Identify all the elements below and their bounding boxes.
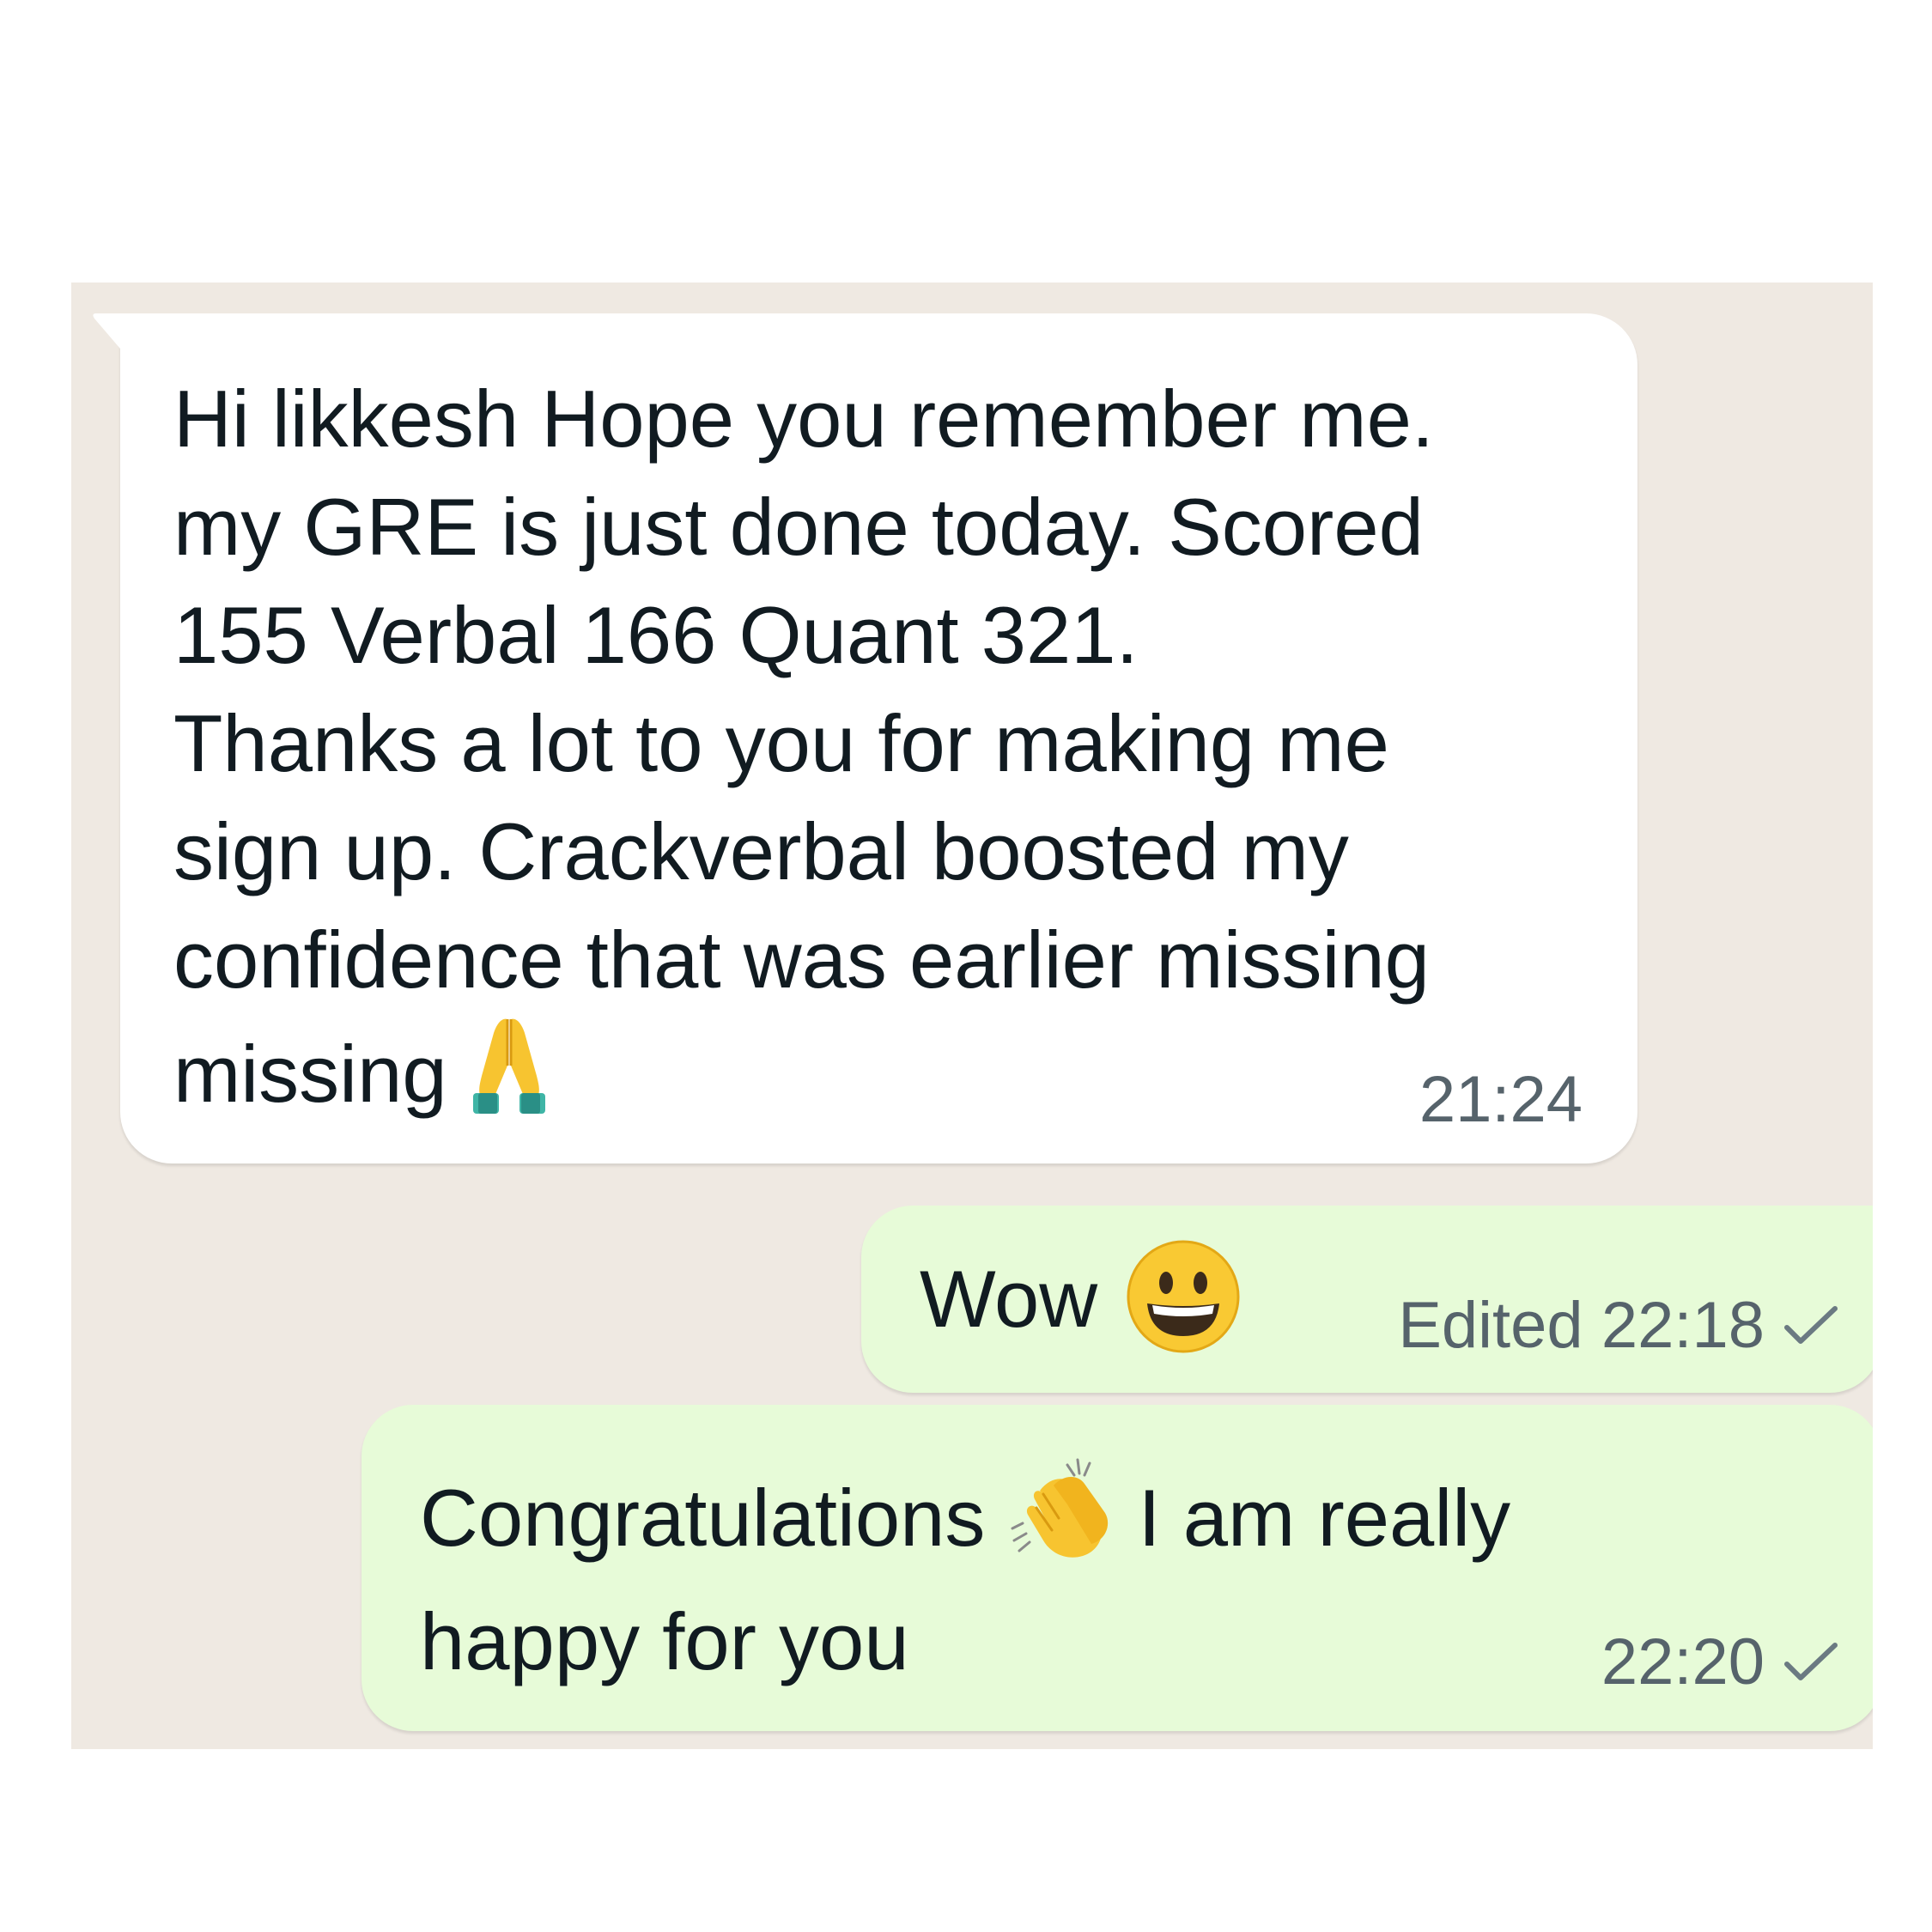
- chat-area[interactable]: Hi likkesh Hope you remember me. my GRE …: [71, 283, 1873, 1749]
- sent-check-icon: [1784, 1643, 1838, 1680]
- outgoing-message-bubble[interactable]: Congratulations I am really happy for yo…: [361, 1405, 1873, 1731]
- message-time: 21:24: [1419, 1063, 1583, 1136]
- sent-check-icon: [1784, 1306, 1838, 1344]
- message-meta: Edited 22:18: [1398, 1291, 1838, 1360]
- folded-hands-icon: [468, 1014, 550, 1144]
- incoming-message-bubble[interactable]: Hi likkesh Hope you remember me. my GRE …: [93, 313, 1637, 1163]
- bubble-tail: [93, 313, 125, 355]
- edited-time-label: Edited 22:18: [1398, 1289, 1765, 1362]
- message-meta: 22:20: [1601, 1628, 1838, 1697]
- outgoing-message-bubble[interactable]: Wow Edited 22:18: [861, 1206, 1873, 1393]
- message-text: Wow: [920, 1253, 1098, 1344]
- message-time: 22:20: [1601, 1625, 1765, 1698]
- message-text: Hi likkesh Hope you remember me. my GRE …: [173, 365, 1603, 1144]
- grinning-face-icon: [1127, 1240, 1240, 1358]
- message-text: Congratulations I am really happy for yo…: [420, 1451, 1753, 1696]
- clapping-hands-icon: [1005, 1451, 1115, 1588]
